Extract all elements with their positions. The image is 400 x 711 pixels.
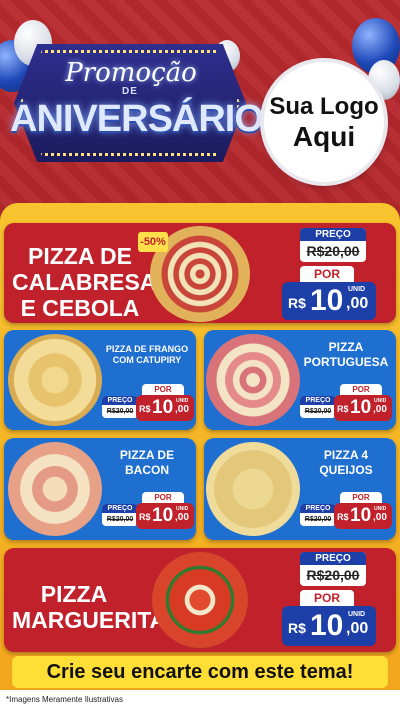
price-integer: 10 bbox=[310, 284, 344, 317]
logo-placeholder[interactable]: Sua Logo Aqui bbox=[264, 62, 384, 182]
preco-label: PREÇO bbox=[102, 396, 138, 405]
old-price-box: PREÇO R$20,00 bbox=[300, 396, 336, 418]
price-decimals: ,00 bbox=[373, 512, 387, 523]
por-label: POR bbox=[300, 590, 354, 606]
unit-label: UNID bbox=[348, 286, 366, 293]
old-price: R$20,00 bbox=[106, 408, 134, 415]
logo-text-line2: Aqui bbox=[292, 121, 356, 152]
price-integer: 10 bbox=[152, 397, 174, 418]
price-integer: 10 bbox=[310, 609, 344, 642]
pizza-4-queijos-image bbox=[206, 442, 300, 536]
price-decimals: ,00 bbox=[373, 404, 387, 415]
currency: R$ bbox=[288, 620, 306, 636]
discount-badge: -50% bbox=[138, 232, 168, 252]
price-integer: 10 bbox=[350, 397, 372, 418]
title-de: DE bbox=[122, 86, 138, 97]
preco-label: PREÇO bbox=[102, 504, 138, 513]
title-promocao: Promoção bbox=[65, 58, 197, 88]
currency: R$ bbox=[139, 404, 151, 414]
product-name-line: MARGUERITA bbox=[12, 607, 167, 633]
preco-label: PREÇO bbox=[300, 552, 366, 565]
title-aniversario: ANIVERSÁRIO bbox=[10, 98, 264, 140]
product-name-line: CALABRESA bbox=[12, 269, 157, 295]
price-box: R$ 10 UNID ,00 bbox=[334, 503, 392, 529]
price-decimals: ,00 bbox=[346, 295, 369, 312]
currency: R$ bbox=[139, 512, 151, 522]
logo-text-line1: Sua Logo bbox=[269, 93, 379, 120]
product-name-line: PORTUGUESA bbox=[303, 355, 389, 369]
unit-label: UNID bbox=[348, 611, 366, 618]
old-price: R$20,00 bbox=[304, 516, 332, 523]
old-price-box: PREÇO R$20,00 bbox=[102, 396, 138, 418]
price-decimals: ,00 bbox=[346, 620, 369, 637]
product-name: PIZZA DE FRANGO COM CATUPIRY bbox=[100, 344, 194, 366]
por-label: POR bbox=[300, 266, 354, 282]
product-name-line: PIZZA 4 bbox=[323, 448, 369, 462]
preco-label: PREÇO bbox=[300, 396, 336, 405]
footer: *Imagens Meramente Ilustrativas bbox=[0, 690, 400, 711]
price-integer: 10 bbox=[350, 505, 372, 526]
cta-banner[interactable]: Crie seu encarte com este tema! bbox=[12, 656, 388, 688]
product-name-line: PIZZA DE bbox=[28, 243, 132, 269]
preco-label: PREÇO bbox=[300, 504, 336, 513]
old-price: R$20,00 bbox=[304, 408, 332, 415]
product-name: PIZZA 4 QUEIJOS bbox=[298, 448, 394, 478]
pizza-marguerita-image bbox=[152, 552, 248, 648]
footer-note: *Imagens Meramente Ilustrativas bbox=[6, 695, 123, 704]
product-name-line: PIZZA bbox=[40, 581, 108, 607]
product-name-line: BACON bbox=[125, 463, 169, 477]
currency: R$ bbox=[288, 295, 306, 311]
price-integer: 10 bbox=[152, 505, 174, 526]
price-decimals: ,00 bbox=[175, 404, 189, 415]
product-name: PIZZA DE CALABRESA E CEBOLA bbox=[12, 243, 157, 321]
pizza-portuguesa-image bbox=[206, 334, 300, 426]
price-box: R$ 10 UNID ,00 bbox=[282, 606, 376, 646]
old-price-box: PREÇO R$20,00 bbox=[300, 504, 336, 526]
currency: R$ bbox=[337, 404, 349, 414]
currency: R$ bbox=[337, 512, 349, 522]
product-name-line: QUEIJOS bbox=[319, 463, 373, 477]
product-name: PIZZA PORTUGUESA bbox=[298, 340, 394, 370]
product-name-line: COM CATUPIRY bbox=[112, 355, 182, 365]
old-price: R$20,00 bbox=[306, 243, 360, 259]
price-box: R$ 10 UNID ,00 bbox=[136, 395, 194, 421]
por-label: POR bbox=[142, 384, 184, 395]
price-decimals: ,00 bbox=[175, 512, 189, 523]
price-box: R$ 10 UNID ,00 bbox=[334, 395, 392, 421]
product-name: PIZZA MARGUERITA bbox=[12, 581, 167, 633]
old-price: R$20,00 bbox=[306, 567, 360, 583]
old-price-box: PREÇO R$20,00 bbox=[300, 552, 366, 586]
old-price-box: PREÇO R$20,00 bbox=[102, 504, 138, 526]
product-name-line: PIZZA bbox=[328, 340, 364, 354]
preco-label: PREÇO bbox=[300, 228, 366, 241]
old-price-box: PREÇO R$20,00 bbox=[300, 228, 366, 262]
product-name-line: E CEBOLA bbox=[20, 295, 140, 321]
product-name-line: PIZZA DE bbox=[119, 448, 175, 462]
pizza-bacon-image bbox=[8, 442, 102, 536]
page: { "header": { "title_line1": "Promoção",… bbox=[0, 0, 400, 711]
old-price: R$20,00 bbox=[106, 516, 134, 523]
por-label: POR bbox=[142, 492, 184, 503]
por-label: POR bbox=[340, 492, 382, 503]
price-box: R$ 10 UNID ,00 bbox=[282, 282, 376, 320]
price-box: R$ 10 UNID ,00 bbox=[136, 503, 194, 529]
product-name: PIZZA DE BACON bbox=[100, 448, 194, 478]
product-name-line: PIZZA DE FRANGO bbox=[105, 344, 189, 354]
pizza-frango-image bbox=[8, 334, 102, 426]
por-label: POR bbox=[340, 384, 382, 395]
